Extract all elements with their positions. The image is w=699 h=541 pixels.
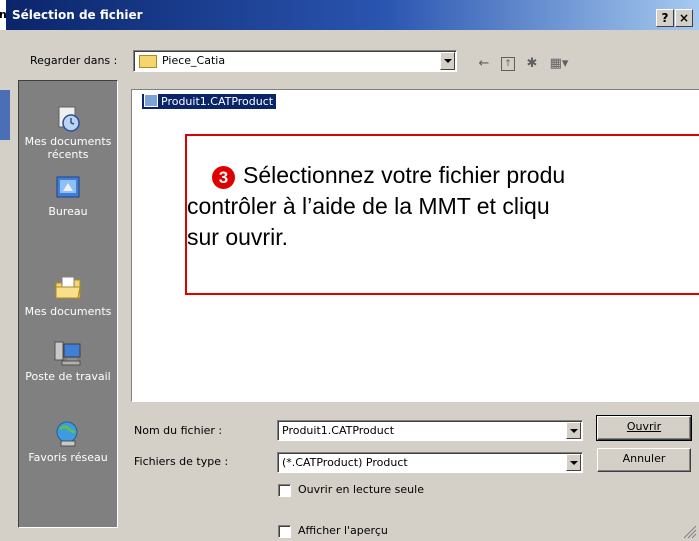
folder-icon	[139, 55, 157, 68]
back-arrow-icon[interactable]: ←	[476, 56, 492, 72]
place-label: Poste de travail	[25, 370, 111, 383]
place-network[interactable]: Favoris réseau	[19, 419, 117, 464]
place-label: Mes documents	[24, 135, 112, 148]
catproduct-file-icon	[144, 94, 158, 107]
network-places-icon	[56, 421, 78, 447]
filetype-value: (*.CATProduct) Product	[282, 456, 408, 469]
view-menu-icon[interactable]: ▦▾	[548, 56, 570, 72]
chevron-down-icon[interactable]	[566, 454, 581, 471]
filename-input[interactable]: Produit1.CATProduct	[277, 420, 583, 441]
open-button[interactable]: Ouvrir	[596, 415, 692, 441]
callout-line-3: sur ouvrir.	[187, 224, 288, 250]
up-folder-icon[interactable]: ↑	[501, 57, 515, 71]
background-window-fragment	[0, 90, 10, 140]
resize-grip-icon[interactable]	[681, 523, 697, 539]
callout-line: 3 Sélectionnez votre fichier produ	[187, 160, 699, 191]
help-button[interactable]: ?	[656, 9, 674, 27]
places-bar: Mes documents récents Bureau Mes documen…	[18, 80, 118, 528]
file-name: Produit1.CATProduct	[161, 95, 274, 108]
place-label: Favoris réseau	[28, 451, 108, 464]
filename-label: Nom du fichier :	[134, 424, 223, 437]
filename-value: Produit1.CATProduct	[282, 424, 395, 437]
look-in-combo[interactable]: Piece_Catia	[133, 50, 457, 72]
look-in-value: Piece_Catia	[162, 54, 226, 67]
close-button[interactable]: ×	[675, 9, 693, 27]
title-bar[interactable]: n Sélection de fichier ? ×	[0, 0, 699, 30]
callout-text: 3 Sélectionnez votre fichier produ contrô…	[187, 160, 699, 253]
callout-line-2: contrôler à l’aide de la MMT et cliqu	[187, 193, 550, 219]
cancel-button[interactable]: Annuler	[597, 448, 691, 472]
place-label: récents	[47, 148, 89, 161]
readonly-checkbox[interactable]	[278, 484, 291, 497]
chevron-down-icon[interactable]	[566, 422, 581, 439]
preview-checkbox[interactable]	[278, 525, 291, 538]
my-documents-icon	[55, 276, 81, 299]
file-item[interactable]: Produit1.CATProduct	[142, 94, 277, 109]
look-in-label: Regarder dans :	[30, 54, 118, 67]
step-number-badge: 3	[212, 166, 235, 189]
my-computer-icon	[54, 341, 81, 366]
place-desktop[interactable]: Bureau	[19, 173, 117, 218]
place-label: Mes documents	[24, 305, 112, 318]
dialog-title: Sélection de fichier	[12, 8, 143, 22]
desktop-icon	[56, 176, 80, 198]
new-folder-icon[interactable]: ✱	[524, 56, 540, 72]
filetype-label: Fichiers de type :	[134, 455, 229, 468]
background-window-text: n	[0, 8, 7, 21]
preview-label: Afficher l'aperçu	[298, 524, 388, 537]
instruction-callout: 3 Sélectionnez votre fichier produ contrô…	[185, 134, 699, 295]
readonly-label: Ouvrir en lecture seule	[298, 483, 424, 496]
chevron-down-icon[interactable]	[440, 52, 455, 70]
open-button-label: Ouvrir	[626, 420, 662, 433]
filetype-select[interactable]: (*.CATProduct) Product	[277, 452, 583, 473]
place-label: Bureau	[48, 205, 88, 218]
recent-documents-icon	[58, 106, 80, 132]
place-recent[interactable]: Mes documents récents	[19, 103, 117, 161]
place-my-documents[interactable]: Mes documents	[19, 273, 117, 318]
place-my-computer[interactable]: Poste de travail	[19, 338, 117, 383]
callout-line-1: Sélectionnez votre fichier produ	[243, 162, 566, 188]
